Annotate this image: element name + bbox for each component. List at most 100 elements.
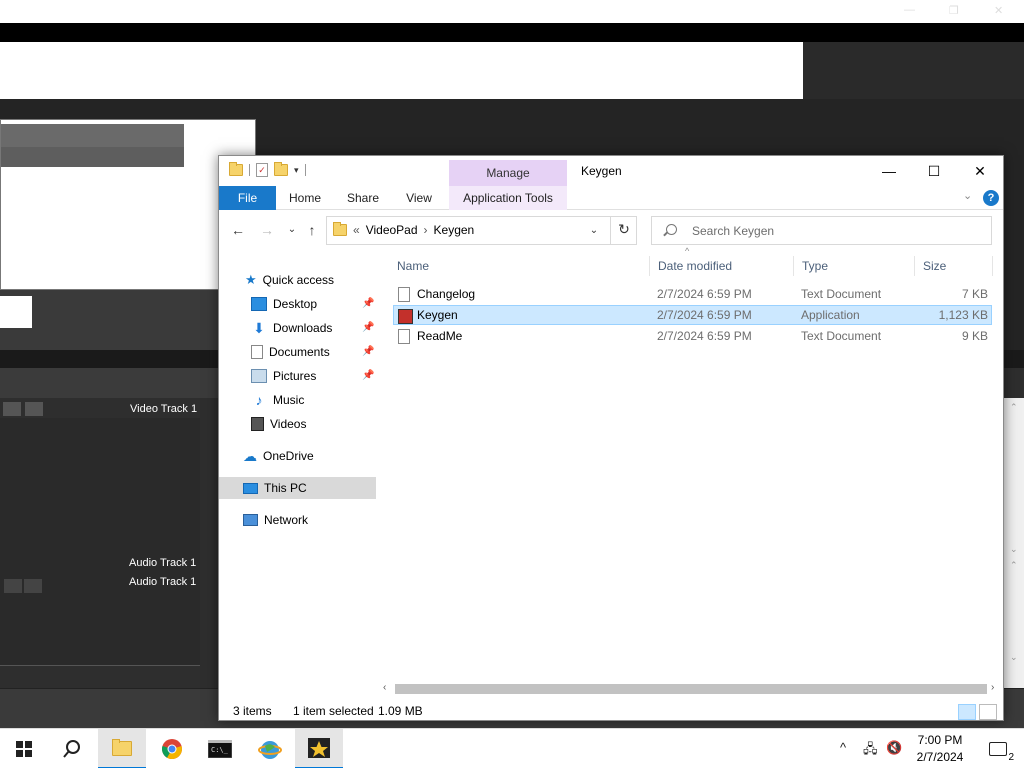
notifications-button[interactable]: 2 [976, 729, 1020, 768]
background-scrollbar[interactable]: ⌃ ⌄ ⌃ ⌄ [1004, 398, 1024, 688]
taskbar: C:\_ ^ 🖧 🔇 7:00 PM 2/7/2024 2 [0, 728, 1024, 768]
taskbar-videopad[interactable] [295, 729, 343, 768]
background-timeline-header [0, 368, 220, 398]
nav-videos[interactable]: Videos [251, 413, 306, 435]
breadcrumb-keygen[interactable]: Keygen [434, 223, 475, 237]
search-icon [666, 224, 677, 235]
start-button[interactable] [0, 729, 48, 768]
manage-context-tab[interactable]: Manage [449, 160, 567, 186]
column-size[interactable]: Size [915, 256, 993, 276]
nav-this-pc[interactable]: This PC [219, 477, 376, 499]
recent-locations-icon[interactable]: ⌄ [283, 221, 301, 239]
nav-pictures[interactable]: Pictures 📌 [251, 365, 376, 387]
pin-icon[interactable]: 📌 [362, 341, 374, 363]
file-size: 1,123 KB [938, 308, 988, 322]
help-icon[interactable]: ? [983, 190, 999, 206]
tab-home[interactable]: Home [281, 186, 329, 210]
up-arrow-icon[interactable]: ↑ [303, 221, 321, 239]
file-name: Keygen [417, 308, 458, 322]
expand-ribbon-icon[interactable]: ⌄ [963, 189, 972, 202]
file-type: Text Document [801, 287, 882, 301]
explorer-titlebar[interactable]: ✓ ▾ Manage Keygen — ☐ ✕ [219, 156, 1003, 186]
videos-icon [251, 417, 264, 431]
show-hidden-icons[interactable]: ^ [840, 740, 846, 755]
refresh-button[interactable]: ↻ [610, 216, 637, 245]
search-input[interactable]: Search Keygen [692, 224, 774, 238]
bg-close-icon[interactable]: ✕ [994, 4, 1008, 17]
column-name[interactable]: Name [389, 256, 650, 276]
breadcrumb-separator-icon[interactable]: › [424, 223, 428, 237]
clock[interactable]: 7:00 PM 2/7/2024 [908, 732, 972, 766]
customize-qat-icon[interactable]: ▾ [294, 165, 299, 176]
computer-icon [243, 482, 258, 494]
file-explorer-window[interactable]: ✓ ▾ Manage Keygen — ☐ ✕ File Home Share … [218, 155, 1004, 721]
nav-documents[interactable]: Documents 📌 [251, 341, 376, 363]
file-type: Text Document [801, 329, 882, 343]
file-row-changelog[interactable]: Changelog 2/7/2024 6:59 PM Text Document… [393, 284, 992, 304]
column-date-modified[interactable]: Date modified [650, 256, 794, 276]
bg-track-button[interactable] [3, 402, 21, 416]
scroll-right-icon[interactable]: › [991, 682, 994, 693]
network-tray-icon[interactable]: 🖧 [863, 740, 878, 762]
pin-icon[interactable]: 📌 [362, 365, 374, 387]
minimize-button[interactable]: — [866, 156, 912, 186]
windows-icon [16, 741, 32, 757]
maximize-button[interactable]: ☐ [911, 156, 957, 186]
file-type: Application [801, 308, 860, 322]
large-icons-view-icon[interactable] [979, 704, 997, 720]
address-overflow-icon[interactable]: « [353, 223, 360, 237]
music-note-icon: ♪ [255, 392, 263, 408]
sort-up-icon: ^ [685, 246, 690, 256]
status-size: 1.09 MB [378, 704, 423, 718]
address-bar[interactable]: « VideoPad › Keygen ⌄ [326, 216, 637, 245]
horizontal-scrollbar[interactable]: ‹ › [381, 682, 1003, 696]
pin-icon[interactable]: 📌 [362, 317, 374, 339]
nav-downloads[interactable]: ⬇ Downloads 📌 [251, 317, 376, 339]
pin-icon[interactable]: 📌 [362, 293, 374, 315]
tab-view[interactable]: View [395, 186, 443, 210]
star-icon: ★ [245, 272, 257, 287]
tab-file[interactable]: File [219, 186, 276, 210]
download-arrow-icon: ⬇ [253, 320, 265, 336]
nav-network[interactable]: Network [243, 509, 308, 531]
terminal-icon: C:\_ [208, 740, 232, 758]
details-view-icon[interactable] [958, 704, 976, 720]
taskbar-file-explorer[interactable] [98, 729, 146, 768]
bg-maximize-icon[interactable]: ❐ [949, 4, 963, 17]
text-file-icon [398, 287, 410, 302]
volume-muted-icon[interactable]: 🔇 [886, 740, 902, 756]
bg-play-icon[interactable] [4, 579, 22, 593]
scrollbar-thumb[interactable] [395, 684, 987, 694]
breadcrumb-videopad[interactable]: VideoPad [366, 223, 418, 237]
svg-text:C:\_: C:\_ [211, 746, 229, 754]
file-row-keygen[interactable]: Keygen 2/7/2024 6:59 PM Application 1,12… [393, 305, 992, 325]
search-icon [63, 740, 80, 758]
file-row-readme[interactable]: ReadMe 2/7/2024 6:59 PM Text Document 9 … [393, 326, 992, 346]
scroll-left-icon[interactable]: ‹ [383, 682, 386, 693]
new-folder-icon[interactable] [274, 162, 288, 176]
nav-desktop[interactable]: Desktop 📌 [251, 293, 376, 315]
tab-share[interactable]: Share [339, 186, 387, 210]
text-file-icon [398, 329, 410, 344]
close-button[interactable]: ✕ [957, 156, 1003, 186]
nav-quick-access[interactable]: ★ Quick access [245, 269, 334, 291]
bg-track-button[interactable] [25, 402, 43, 416]
bg-speaker-icon[interactable] [24, 579, 42, 593]
nav-music[interactable]: ♪ Music [251, 389, 305, 411]
back-arrow-icon[interactable]: ← [229, 221, 247, 239]
status-selected: 1 item selected [293, 704, 374, 718]
taskbar-network-app[interactable] [246, 729, 294, 768]
videopad-icon [308, 738, 330, 758]
tab-application-tools[interactable]: Application Tools [449, 186, 567, 210]
taskbar-chrome[interactable] [148, 729, 196, 768]
properties-icon[interactable]: ✓ [256, 163, 268, 177]
bg-minimize-icon[interactable]: — [904, 4, 918, 16]
forward-arrow-icon[interactable]: → [258, 221, 276, 239]
taskbar-terminal[interactable]: C:\_ [196, 729, 244, 768]
search-button[interactable] [48, 729, 96, 768]
nav-onedrive[interactable]: ☁ OneDrive [243, 445, 314, 467]
column-type[interactable]: Type [794, 256, 915, 276]
search-box[interactable]: Search Keygen [651, 216, 992, 245]
file-name: Changelog [417, 287, 476, 301]
address-dropdown-icon[interactable]: ⌄ [582, 217, 606, 244]
